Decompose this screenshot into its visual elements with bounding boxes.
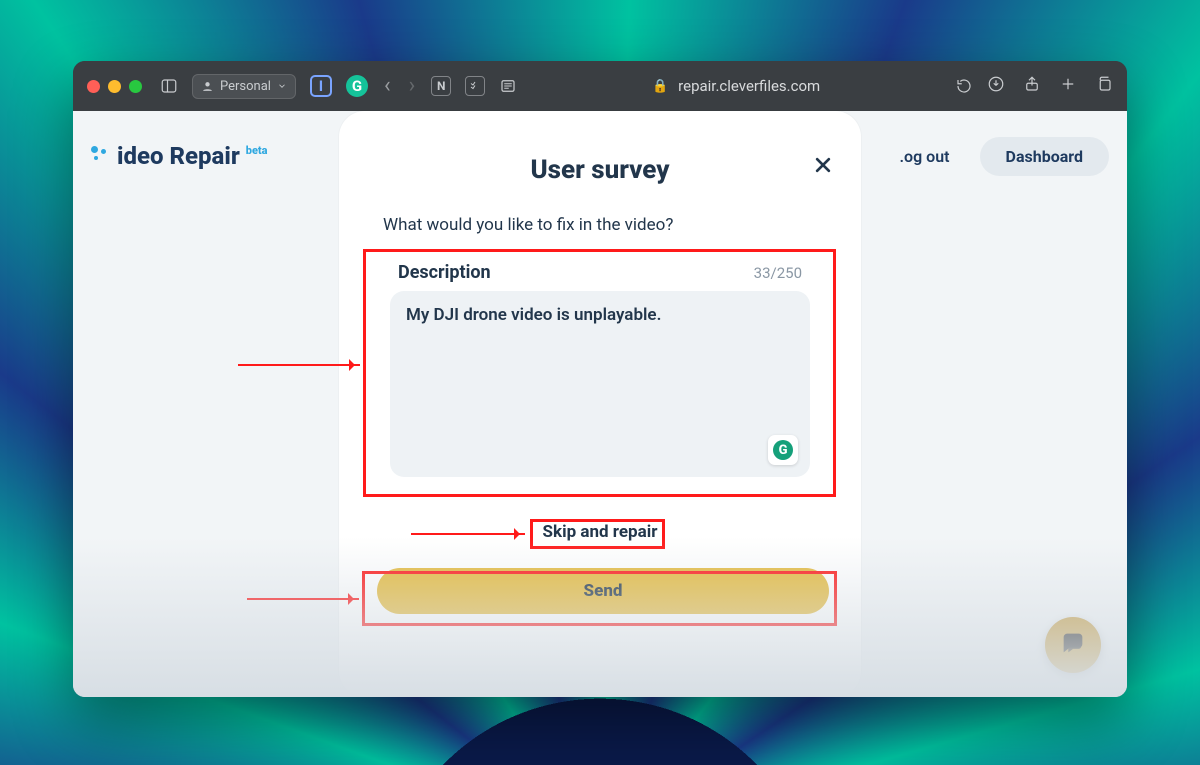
dashboard-button[interactable]: Dashboard — [980, 137, 1109, 176]
chat-icon — [1059, 629, 1087, 661]
close-button[interactable] — [813, 155, 833, 179]
logo-badge: beta — [246, 144, 268, 157]
window-zoom-icon[interactable] — [129, 80, 142, 93]
survey-modal: User survey What would you like to fix i… — [339, 111, 861, 697]
survey-question: What would you like to fix in the video? — [383, 215, 823, 235]
send-button[interactable]: Send — [377, 568, 829, 614]
url-host: repair.cleverfiles.com — [678, 77, 820, 95]
tab-overview-icon[interactable] — [1095, 75, 1113, 97]
description-section: Description 33/250 G — [377, 253, 823, 488]
skip-and-repair-link[interactable]: Skip and repair — [377, 518, 823, 546]
extension-todoist-icon[interactable] — [465, 76, 485, 96]
char-counter: 33/250 — [754, 264, 802, 282]
sidebar-toggle-icon[interactable] — [160, 77, 178, 95]
annotation-arrow-icon — [247, 598, 359, 600]
profile-switcher[interactable]: Personal — [192, 74, 296, 99]
extension-notion-icon[interactable]: N — [431, 76, 451, 96]
profile-label: Personal — [220, 79, 271, 94]
window-minimize-icon[interactable] — [108, 80, 121, 93]
traffic-lights — [87, 80, 142, 93]
annotation-arrow-icon — [411, 533, 525, 535]
grammarly-widget[interactable]: G — [768, 435, 798, 465]
description-label: Description — [398, 262, 491, 283]
description-input[interactable] — [406, 305, 794, 463]
chat-widget-button[interactable] — [1045, 617, 1101, 673]
annotation-highlight-send — [362, 571, 837, 626]
logo-mark-icon — [91, 146, 111, 166]
downloads-icon[interactable] — [987, 75, 1005, 97]
annotation-arrow-icon — [238, 364, 360, 366]
extension-instapaper-icon[interactable]: I — [310, 75, 332, 97]
browser-toolbar: Personal I G ‹ › N 🔒 repair.cleverfiles.… — [73, 61, 1127, 111]
reader-mode-icon[interactable] — [499, 77, 517, 95]
reload-icon[interactable] — [955, 77, 973, 95]
window-close-icon[interactable] — [87, 80, 100, 93]
logo[interactable]: ideo Repair beta — [91, 142, 266, 170]
nav-back-icon[interactable]: ‹ — [382, 75, 393, 97]
toolbar-right — [987, 75, 1113, 97]
logout-link[interactable]: .og out — [900, 147, 950, 166]
textarea-wrap: G — [390, 291, 810, 477]
extension-grammarly-icon[interactable]: G — [346, 75, 368, 97]
browser-window: Personal I G ‹ › N 🔒 repair.cleverfiles.… — [73, 61, 1127, 697]
nav-forward-icon[interactable]: › — [407, 75, 418, 97]
lock-icon: 🔒 — [652, 79, 668, 94]
close-icon — [813, 160, 833, 179]
address-bar[interactable]: 🔒 repair.cleverfiles.com — [531, 77, 941, 95]
modal-title: User survey — [377, 155, 823, 185]
share-icon[interactable] — [1023, 75, 1041, 97]
new-tab-icon[interactable] — [1059, 75, 1077, 97]
page-body: ideo Repair beta .og out Dashboard User … — [73, 111, 1127, 697]
grammarly-icon: G — [773, 440, 793, 460]
logo-text: ideo Repair — [117, 142, 240, 170]
